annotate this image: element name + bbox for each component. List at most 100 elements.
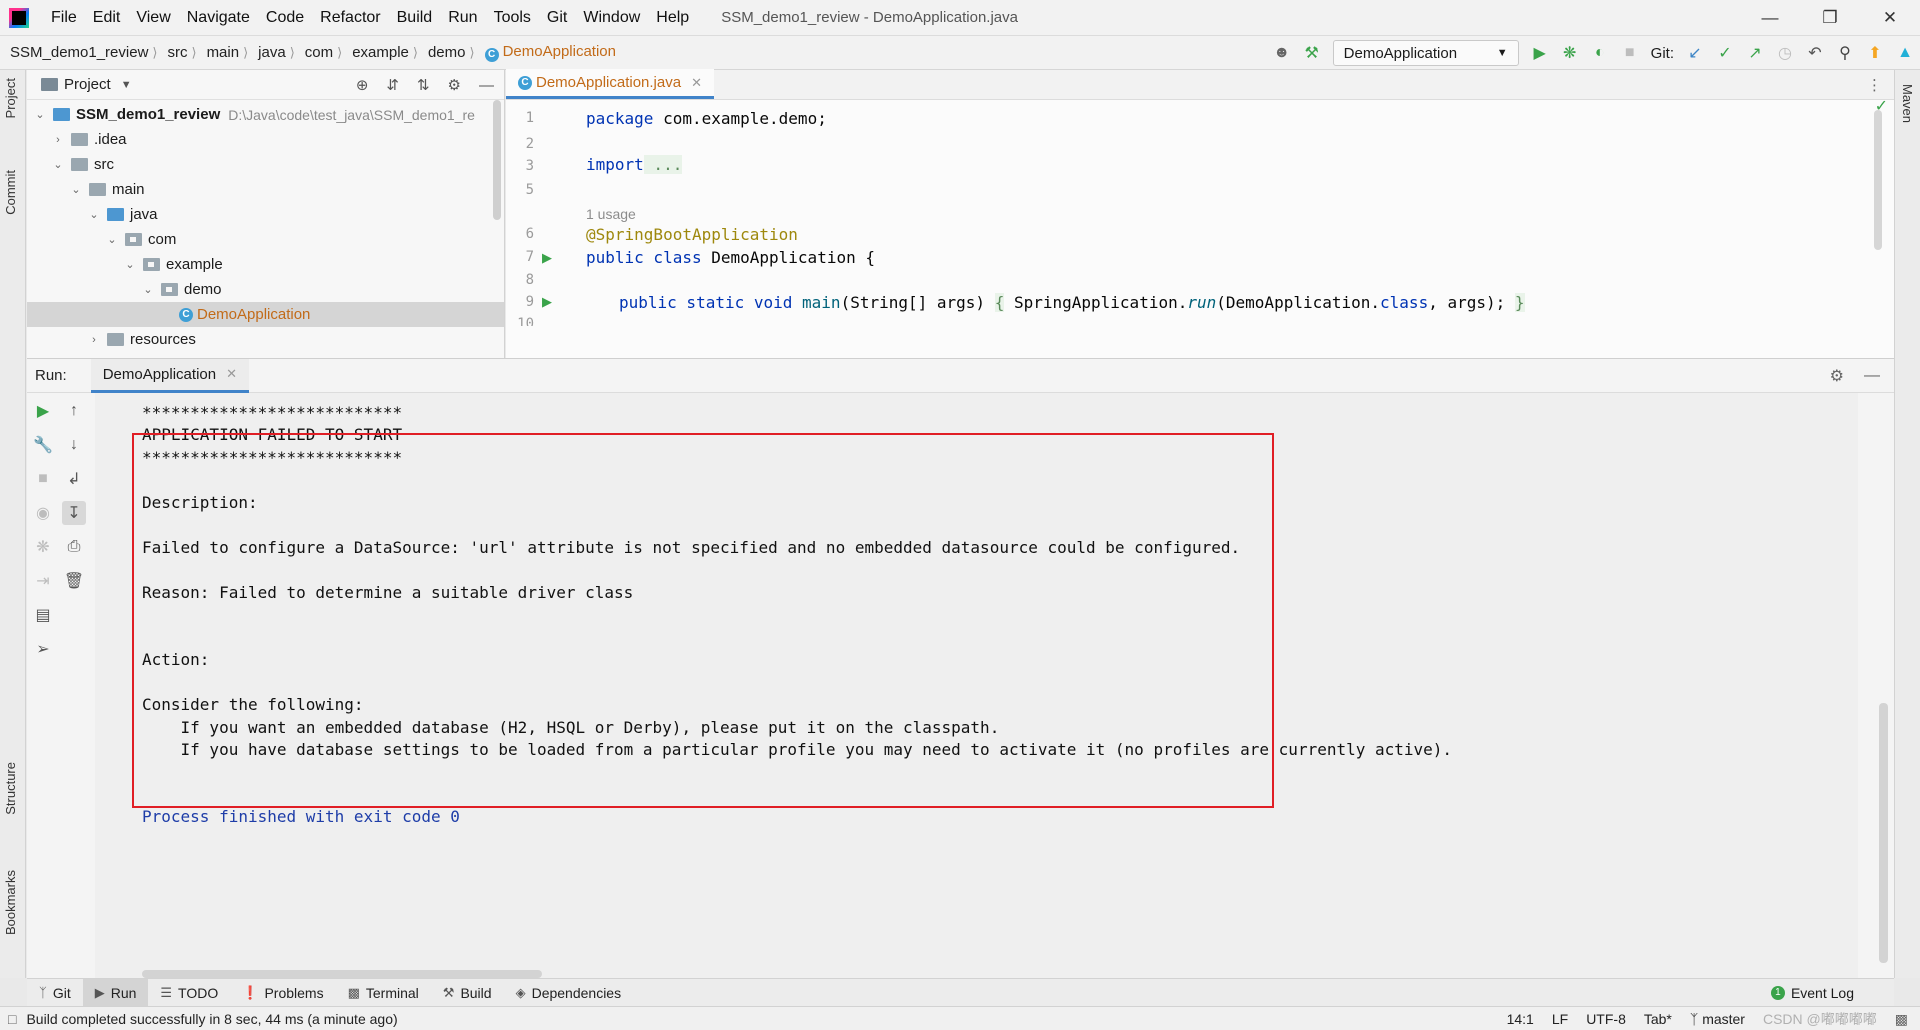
menu-code[interactable]: Code [258,0,312,36]
maven-tool-button[interactable]: Maven [1900,84,1915,123]
tree-item--idea[interactable]: › .idea [27,127,504,152]
bottom-tab-build[interactable]: ⚒ Build [431,979,504,1007]
menu-run[interactable]: Run [440,0,485,36]
settings-gear-icon[interactable]: ⚙ [1830,366,1844,386]
bottom-tab-dependencies[interactable]: ◈ Dependencies [504,979,634,1007]
chevron-right-icon[interactable]: › [51,134,65,146]
chevron-down-icon[interactable]: ⌄ [51,158,65,171]
code-area[interactable]: package com.example.demo; import ... 1 u… [586,100,1864,358]
clear-trash-icon[interactable]: 🗑 [62,569,86,593]
git-push-icon[interactable]: ↗ [1746,44,1764,62]
breadcrumb-com[interactable]: com [295,44,337,61]
structure-tool-button[interactable]: Structure [3,762,18,815]
expand-all-icon[interactable]: ⇵ [386,76,399,94]
more-options-icon[interactable]: ⋮ [1867,76,1882,94]
tree-item-src[interactable]: ⌄ src [27,152,504,177]
menu-edit[interactable]: Edit [85,0,129,36]
breadcrumb-example[interactable]: example [342,44,413,61]
git-update-icon[interactable]: ↙ [1686,44,1704,62]
stop-icon[interactable]: ■ [1621,44,1639,62]
debug-icon[interactable]: ❋ [1561,44,1579,62]
project-scrollbar[interactable] [493,100,501,220]
breadcrumb-main[interactable]: main [197,44,244,61]
caret-position[interactable]: 14:1 [1507,1011,1534,1027]
project-panel-title[interactable]: Project [64,76,111,93]
chevron-down-icon[interactable]: ⌄ [69,183,83,196]
layout-icon[interactable]: ▤ [31,603,55,627]
collapse-all-icon[interactable]: ⇅ [417,76,430,94]
print-icon[interactable]: ⎙ [62,535,86,559]
commit-tool-button[interactable]: Commit [3,170,18,215]
hide-panel-icon[interactable]: — [479,77,494,94]
hide-panel-icon[interactable]: — [1864,367,1880,385]
camera-icon[interactable]: ◉ [31,501,55,525]
arrow-up-icon[interactable]: ↑ [62,399,86,423]
scroll-to-end-icon[interactable]: ↧ [62,501,86,525]
chevron-right-icon[interactable]: › [87,334,101,346]
breadcrumb-demo[interactable]: demo [418,44,470,61]
tree-item-resources[interactable]: › resources [27,327,504,352]
console-scrollbar[interactable] [1879,703,1888,963]
rollback-icon[interactable]: ↶ [1806,44,1824,62]
tree-item-ssm-demo1-review[interactable]: ⌄ SSM_demo1_review D:\Java\code\test_java\… [27,102,504,127]
build-hammer-icon[interactable]: ⚒ [1303,44,1321,62]
editor-scrollbar[interactable] [1874,110,1882,250]
console-output[interactable]: *************************** APPLICATION … [95,393,1888,978]
chevron-down-icon[interactable]: ⌄ [123,258,137,271]
breadcrumb-project[interactable]: SSM_demo1_review [0,44,152,61]
exit-icon[interactable]: ⇥ [31,569,55,593]
run-tab-demoapplication[interactable]: DemoApplication ✕ [90,358,249,393]
minimize-button[interactable]: — [1740,0,1800,36]
soft-wrap-icon[interactable]: ↲ [62,467,86,491]
search-icon[interactable]: ⚲ [1836,44,1854,62]
bottom-tab-todo[interactable]: ☰ TODO [148,979,230,1007]
event-log-button[interactable]: 1 Event Log [1770,979,1854,1007]
settings-gear-icon[interactable]: ⚙ [448,76,461,94]
project-tool-button[interactable]: Project [3,78,18,118]
tree-item-com[interactable]: ⌄ com [27,227,504,252]
stop-icon[interactable]: ■ [31,467,55,491]
menu-file[interactable]: File [43,0,85,36]
code-fold-placeholder[interactable]: ... [643,155,683,174]
status-message[interactable]: Build completed successfully in 8 sec, 4… [26,1011,397,1027]
chevron-down-icon[interactable]: ⌄ [33,108,47,121]
tree-item-main[interactable]: ⌄ main [27,177,504,202]
git-branch[interactable]: ᛉ master [1690,1011,1745,1027]
close-tab-icon[interactable]: ✕ [226,366,237,382]
menu-build[interactable]: Build [389,0,441,36]
console-horizontal-scrollbar[interactable] [142,970,542,978]
run-class-gutter-icon[interactable]: ▶ [542,250,552,266]
menu-git[interactable]: Git [539,0,575,36]
editor-tab-demoapplication[interactable]: C DemoApplication.java ✕ [506,69,714,99]
chevron-down-icon[interactable]: ⌄ [87,208,101,221]
breadcrumb-demoapplication[interactable]: C DemoApplication [475,43,620,62]
locate-file-icon[interactable]: ⊕ [356,76,369,94]
chevron-down-icon[interactable]: ⌄ [141,283,155,296]
bookmarks-tool-button[interactable]: Bookmarks [3,870,18,935]
bottom-tab-run[interactable]: ▶ Run [82,978,149,1007]
arrow-down-icon[interactable]: ↓ [62,433,86,457]
menu-navigate[interactable]: Navigate [179,0,258,36]
tree-item-demo[interactable]: ⌄ demo [27,277,504,302]
coverage-icon[interactable]: ◐ [1591,44,1609,62]
tree-item-demoapplication[interactable]: C DemoApplication [27,302,504,327]
chevron-down-icon[interactable]: ⌄ [105,233,119,246]
menu-help[interactable]: Help [648,0,697,36]
lock-icon[interactable]: ▩ [1895,1011,1908,1028]
usage-hint[interactable]: 1 usage [586,206,636,222]
status-layout-icon[interactable]: □ [8,1011,16,1027]
breadcrumb-src[interactable]: src [157,44,191,61]
run-configuration-select[interactable]: DemoApplication ▼ [1332,40,1519,66]
file-encoding[interactable]: UTF-8 [1586,1011,1626,1027]
line-separator[interactable]: LF [1552,1011,1568,1027]
indent-setting[interactable]: Tab* [1644,1011,1672,1027]
bottom-tab-terminal[interactable]: ▩ Terminal [336,979,431,1007]
menu-tools[interactable]: Tools [486,0,539,36]
run-icon[interactable]: ▶ [1531,44,1549,62]
edit-config-wrench-icon[interactable]: 🔧 [31,433,55,457]
breadcrumb-java[interactable]: java [248,44,290,61]
history-icon[interactable]: ◷ [1776,44,1794,62]
run-main-gutter-icon[interactable]: ▶ [542,294,552,310]
menu-view[interactable]: View [128,0,178,36]
plugin-icon[interactable]: ▲ [1896,44,1914,62]
